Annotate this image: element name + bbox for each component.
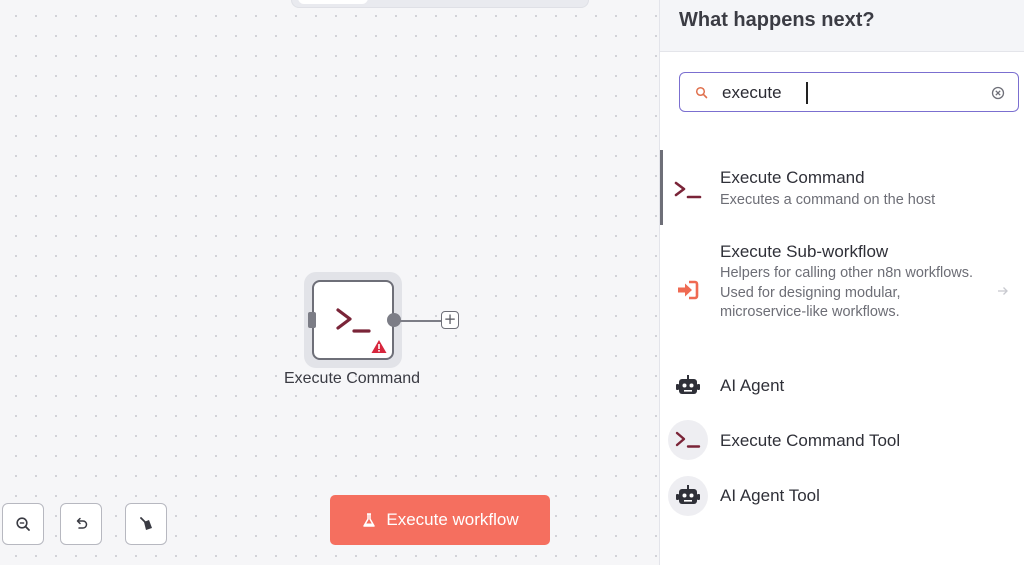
result-name: AI Agent Tool — [720, 486, 820, 505]
result-icon-circle — [668, 420, 708, 460]
canvas-mode-tabs[interactable] — [291, 0, 589, 8]
search-icon — [695, 86, 708, 99]
result-icon-circle — [668, 476, 708, 516]
node-output-handle[interactable] — [387, 313, 401, 327]
node-connection-line — [400, 319, 442, 322]
flask-icon — [363, 513, 376, 527]
robot-icon — [676, 485, 700, 504]
canvas-mode-tab-active[interactable] — [298, 0, 368, 4]
result-item-execute-command[interactable]: Execute Command Executes a command on th… — [660, 160, 1024, 226]
result-description: Executes a command on the host — [720, 192, 936, 208]
tidy-button[interactable] — [125, 503, 167, 545]
search-box[interactable] — [679, 72, 1019, 112]
result-name: Execute Command — [720, 168, 865, 187]
result-item-execute-sub-workflow[interactable]: Execute Sub-workflow Helpers for calling… — [660, 236, 1024, 346]
workflow-canvas[interactable]: + Execute Command Execute workflow — [0, 0, 660, 565]
execute-command-node[interactable] — [312, 280, 394, 360]
result-name: Execute Command Tool — [720, 431, 901, 450]
result-item-ai-agent[interactable]: AI Agent — [660, 366, 1024, 406]
arrow-right-icon — [998, 287, 1008, 295]
warning-icon — [371, 340, 387, 353]
text-caret — [806, 82, 808, 104]
node-input-handle[interactable] — [308, 312, 316, 328]
panel-title: What happens next? — [679, 9, 875, 31]
sign-in-icon — [678, 280, 699, 300]
execute-workflow-label: Execute workflow — [386, 510, 519, 529]
result-name: Execute Sub-workflow — [720, 242, 889, 261]
result-description: Helpers for calling other n8n workflows.… — [720, 265, 974, 320]
zoom-out-icon — [16, 517, 30, 531]
execute-workflow-button[interactable]: Execute workflow — [330, 495, 550, 545]
terminal-icon — [336, 308, 371, 333]
result-name: AI Agent — [720, 376, 785, 395]
panel-header: What happens next? — [660, 0, 1024, 52]
zoom-out-button[interactable] — [2, 503, 44, 545]
search-input[interactable] — [722, 81, 977, 105]
broom-icon — [140, 517, 152, 530]
terminal-icon — [674, 181, 702, 199]
robot-icon — [676, 375, 700, 394]
result-item-execute-command-tool[interactable]: Execute Command Tool — [660, 420, 1024, 462]
node-label: Execute Command — [283, 370, 421, 387]
result-item-ai-agent-tool[interactable]: AI Agent Tool — [660, 476, 1024, 518]
terminal-icon — [675, 431, 701, 448]
plus-icon[interactable]: + — [441, 311, 459, 329]
undo-icon — [76, 517, 88, 529]
undo-button[interactable] — [60, 503, 102, 545]
node-creator-panel: What happens next? Execute Command Execu… — [660, 0, 1024, 565]
clear-icon[interactable] — [991, 86, 1005, 100]
